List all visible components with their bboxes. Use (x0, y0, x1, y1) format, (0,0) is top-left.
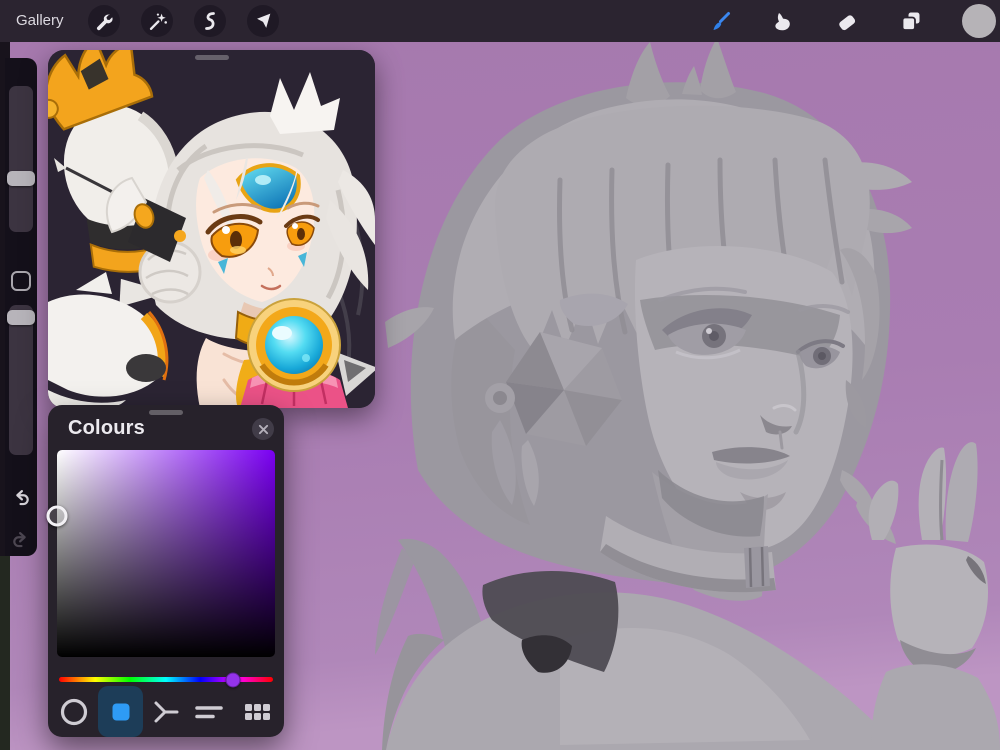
mode-disc-button[interactable] (51, 686, 96, 737)
saturation-brightness-picker[interactable] (46, 450, 275, 657)
wrench-icon (96, 14, 113, 31)
eraser-tool-button[interactable] (832, 8, 860, 36)
modify-button[interactable] (11, 271, 31, 291)
colours-close-button[interactable] (252, 418, 274, 440)
selection-s-icon (205, 12, 215, 30)
paint-tool-button[interactable] (706, 8, 734, 36)
color-swatch-button[interactable] (962, 4, 996, 38)
selection-button[interactable] (194, 5, 226, 37)
redo-button[interactable] (9, 528, 33, 552)
top-toolbar: Gallery (0, 0, 1000, 42)
arrow-cursor-icon (257, 13, 271, 28)
hue-slider[interactable] (59, 672, 273, 687)
magic-wand-icon (149, 13, 167, 30)
undo-arrow-icon (16, 490, 29, 506)
smudge-tool-button[interactable] (769, 8, 797, 36)
opacity-slider[interactable] (9, 305, 33, 455)
mode-harmony-button[interactable] (144, 686, 189, 737)
mode-value-button[interactable] (186, 686, 231, 737)
actions-button[interactable] (88, 5, 120, 37)
palettes-grid-icon (244, 703, 270, 720)
gallery-button[interactable]: Gallery (16, 0, 64, 42)
reference-artwork (48, 50, 375, 408)
mode-palettes-button[interactable] (234, 686, 279, 737)
undo-button[interactable] (9, 486, 33, 510)
harmony-fork-icon (154, 701, 178, 722)
transform-button[interactable] (247, 5, 279, 37)
classic-square-icon (112, 703, 129, 720)
reference-window[interactable] (48, 50, 375, 408)
sidebar-toolbar (5, 58, 37, 556)
layers-button[interactable] (897, 8, 925, 36)
layers-icon (901, 12, 920, 31)
picker-selector[interactable] (46, 505, 68, 527)
mode-classic-button[interactable] (98, 686, 143, 737)
close-x-icon (258, 424, 268, 434)
reference-drag-handle[interactable] (194, 55, 229, 60)
colours-title: Colours (68, 417, 145, 439)
colours-drag-handle[interactable] (149, 410, 183, 415)
eraser-icon (839, 15, 856, 31)
value-sliders-icon (194, 705, 223, 718)
adjustments-button[interactable] (141, 5, 173, 37)
brush-size-slider[interactable] (9, 86, 33, 232)
colours-panel[interactable]: Colours (46, 405, 284, 737)
brush-size-handle[interactable] (7, 170, 35, 186)
smudge-finger-icon (775, 13, 790, 31)
disc-ring-icon (60, 698, 87, 725)
redo-arrow-icon (13, 532, 26, 548)
hue-handle[interactable] (225, 672, 241, 687)
paintbrush-icon (713, 12, 730, 30)
opacity-handle[interactable] (7, 310, 35, 326)
